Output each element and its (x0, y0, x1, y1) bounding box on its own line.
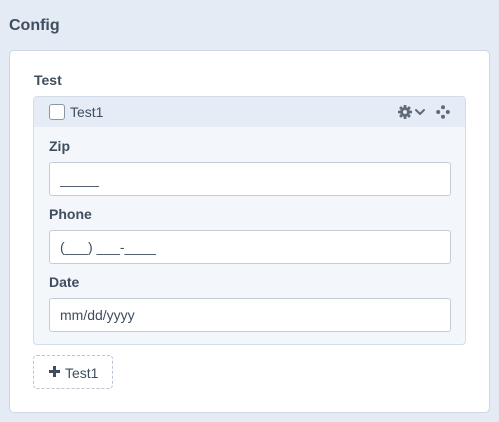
field-title: Test (34, 72, 62, 88)
add-block-label: Test1 (65, 365, 99, 381)
plus-icon (49, 366, 60, 377)
repeater-block: Test1 Zip _____ Phone (___) ___-____ Dat… (33, 96, 466, 345)
phone-input[interactable] (49, 230, 451, 264)
block-label: Test1 (70, 104, 104, 120)
gear-icon[interactable] (398, 105, 412, 119)
block-checkbox[interactable] (49, 104, 65, 120)
add-block-button[interactable]: Test1 (33, 355, 113, 389)
date-label: Date (49, 274, 80, 290)
zip-input[interactable] (49, 162, 451, 196)
page-title: Config (9, 17, 60, 34)
zip-label: Zip (49, 138, 70, 154)
date-input[interactable] (49, 298, 451, 332)
config-panel: Test Test1 Zip _____ Phone (___) ___-___… (9, 50, 490, 413)
move-icon[interactable] (436, 105, 450, 119)
phone-label: Phone (49, 206, 92, 222)
chevron-down-icon[interactable] (414, 107, 426, 117)
block-header[interactable]: Test1 (34, 97, 465, 127)
